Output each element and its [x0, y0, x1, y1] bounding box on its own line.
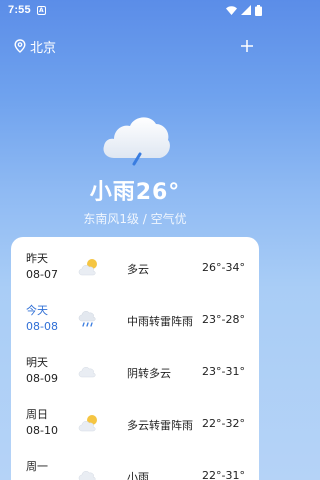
cloud-icon: [78, 367, 96, 378]
forecast-temp-range: 23°-31°: [202, 365, 245, 378]
forecast-date: 08-10: [26, 424, 58, 437]
forecast-row[interactable]: 昨天 08-07 多云 26°-34°: [11, 237, 259, 289]
forecast-condition: 多云: [127, 263, 149, 276]
current-weather-subtitle: 东南风1级 / 空气优: [83, 212, 187, 226]
forecast-condition: 中雨转雷阵雨: [127, 315, 193, 328]
status-time: 7:55: [8, 4, 31, 16]
forecast-condition: 阴转多云: [127, 367, 171, 380]
forecast-row[interactable]: 周日 08-10 多云转雷阵雨 22°-32°: [11, 393, 259, 445]
forecast-list: 昨天 08-07 多云 26°-34° 今天 08-08 中雨转雷阵雨 23°-…: [11, 237, 259, 480]
signal-icon: [241, 5, 251, 15]
notification-badge-icon: A: [36, 5, 46, 15]
current-weather-title: 小雨26°: [89, 180, 181, 205]
forecast-day: 周日 08-10: [26, 407, 58, 439]
forecast-condition: 多云转雷阵雨: [127, 419, 193, 432]
plus-icon: [241, 40, 253, 52]
battery-icon: [255, 4, 262, 16]
forecast-condition: 小雨: [127, 471, 149, 480]
forecast-row[interactable]: 明天 08-09 阴转多云 23°-31°: [11, 341, 259, 393]
status-icons: [226, 4, 262, 16]
add-city-button[interactable]: [238, 37, 256, 55]
forecast-day: 明天 08-09: [26, 355, 58, 387]
rain-icon: [78, 311, 96, 327]
forecast-day: 昨天 08-07: [26, 251, 58, 283]
forecast-date: 08-07: [26, 268, 58, 281]
status-bar: 7:55 A: [0, 0, 270, 20]
city-name: 北京: [30, 40, 57, 56]
forecast-day-label: 明天: [26, 356, 48, 369]
forecast-row[interactable]: 周一 小雨 22°-31°: [11, 445, 259, 480]
forecast-temp-range: 22°-32°: [202, 417, 245, 430]
cloud-icon: [78, 471, 96, 480]
forecast-day: 周一: [26, 459, 48, 475]
forecast-day-label: 昨天: [26, 252, 48, 265]
forecast-day-label: 周日: [26, 408, 48, 421]
wifi-icon: [226, 5, 237, 15]
location-selector[interactable]: 北京: [14, 37, 56, 56]
forecast-day-label: 今天: [26, 304, 48, 317]
top-bar: 北京: [0, 34, 270, 58]
forecast-date: 08-08: [26, 320, 58, 333]
location-pin-icon: [14, 39, 26, 53]
forecast-day: 今天 08-08: [26, 303, 58, 335]
rain-cloud-icon: [103, 117, 170, 166]
forecast-date: 08-09: [26, 372, 58, 385]
partly-cloudy-icon: [78, 415, 97, 432]
forecast-day-label: 周一: [26, 460, 48, 473]
forecast-row[interactable]: 今天 08-08 中雨转雷阵雨 23°-28°: [11, 289, 259, 341]
forecast-temp-range: 22°-31°: [202, 469, 245, 480]
forecast-temp-range: 26°-34°: [202, 261, 245, 274]
forecast-temp-range: 23°-28°: [202, 313, 245, 326]
partly-cloudy-icon: [78, 259, 97, 276]
